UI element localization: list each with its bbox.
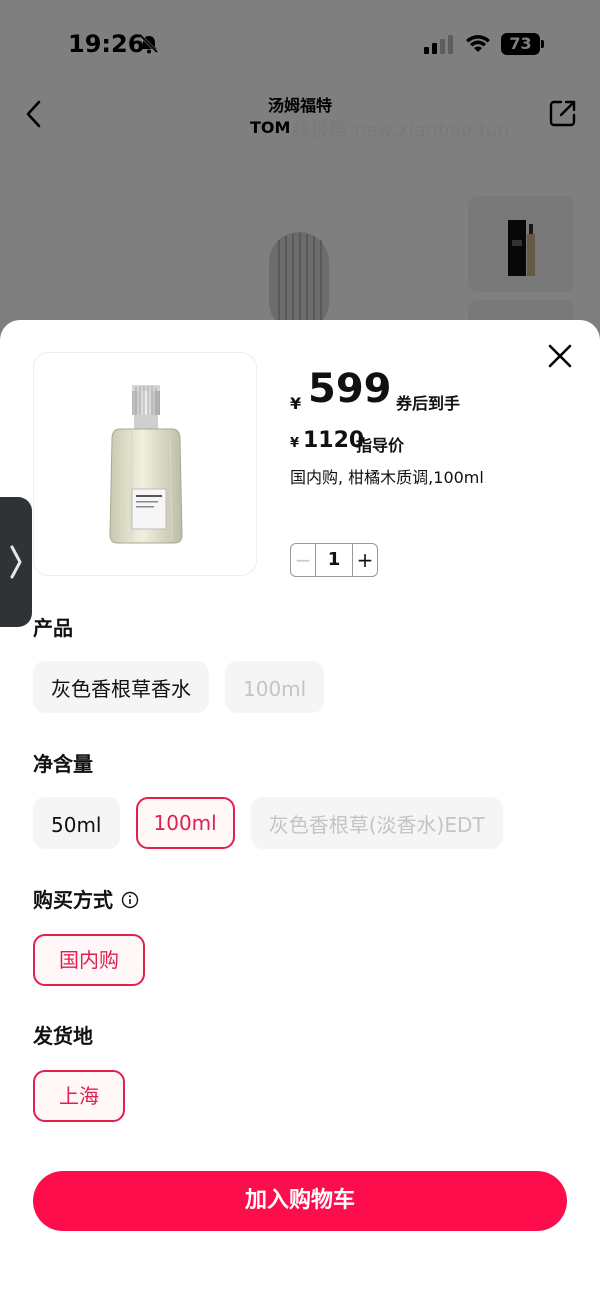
guide-currency-symbol: ¥ [290, 436, 300, 451]
selected-spec-summary: 国内购, 柑橘木质调,100ml [290, 468, 484, 487]
quantity-stepper: − 1 + [290, 543, 378, 577]
currency-symbol: ¥ [290, 394, 302, 413]
quantity-value[interactable]: 1 [315, 544, 353, 576]
decrease-quantity-button[interactable]: − [291, 544, 315, 576]
purchase-method-label: 购买方式 [33, 888, 113, 912]
option-volume-50ml[interactable]: 50ml [33, 797, 120, 849]
chevron-right-icon [10, 545, 22, 579]
increase-quantity-button[interactable]: + [353, 544, 377, 576]
volume-options: 50ml 100ml 灰色香根草(淡香水)EDT [33, 797, 503, 849]
info-icon[interactable] [121, 891, 139, 909]
side-drawer-tab[interactable] [0, 497, 32, 627]
ship-from-options: 上海 [33, 1070, 125, 1122]
option-purchase-domestic[interactable]: 国内购 [33, 934, 145, 986]
option-volume-edt[interactable]: 灰色香根草(淡香水)EDT [250, 797, 503, 849]
sku-selector-sheet: ¥ 599 券后到手 ¥ 1120 指导价 国内购, 柑橘木质调,100ml −… [0, 320, 600, 1303]
option-volume-100ml[interactable]: 100ml [135, 797, 235, 849]
perfume-bottle-image [109, 385, 183, 544]
section-title-volume: 净含量 [33, 752, 93, 776]
section-title-product: 产品 [33, 616, 73, 640]
final-price-label: 券后到手 [396, 394, 461, 413]
product-thumbnail [33, 352, 257, 576]
option-product-100ml[interactable]: 100ml [225, 661, 325, 713]
section-title-ship-from: 发货地 [33, 1024, 93, 1048]
final-price: 599 [308, 366, 392, 412]
purchase-options: 国内购 [33, 934, 145, 986]
option-product-vetiver[interactable]: 灰色香根草香水 [33, 661, 209, 713]
product-options: 灰色香根草香水 100ml [33, 661, 325, 713]
section-title-purchase: 购买方式 [33, 884, 139, 913]
option-ship-from-shanghai[interactable]: 上海 [33, 1070, 125, 1122]
guide-price-label: 指导价 [356, 436, 405, 455]
close-icon[interactable] [544, 340, 576, 372]
add-to-cart-button[interactable]: 加入购物车 [33, 1171, 567, 1231]
